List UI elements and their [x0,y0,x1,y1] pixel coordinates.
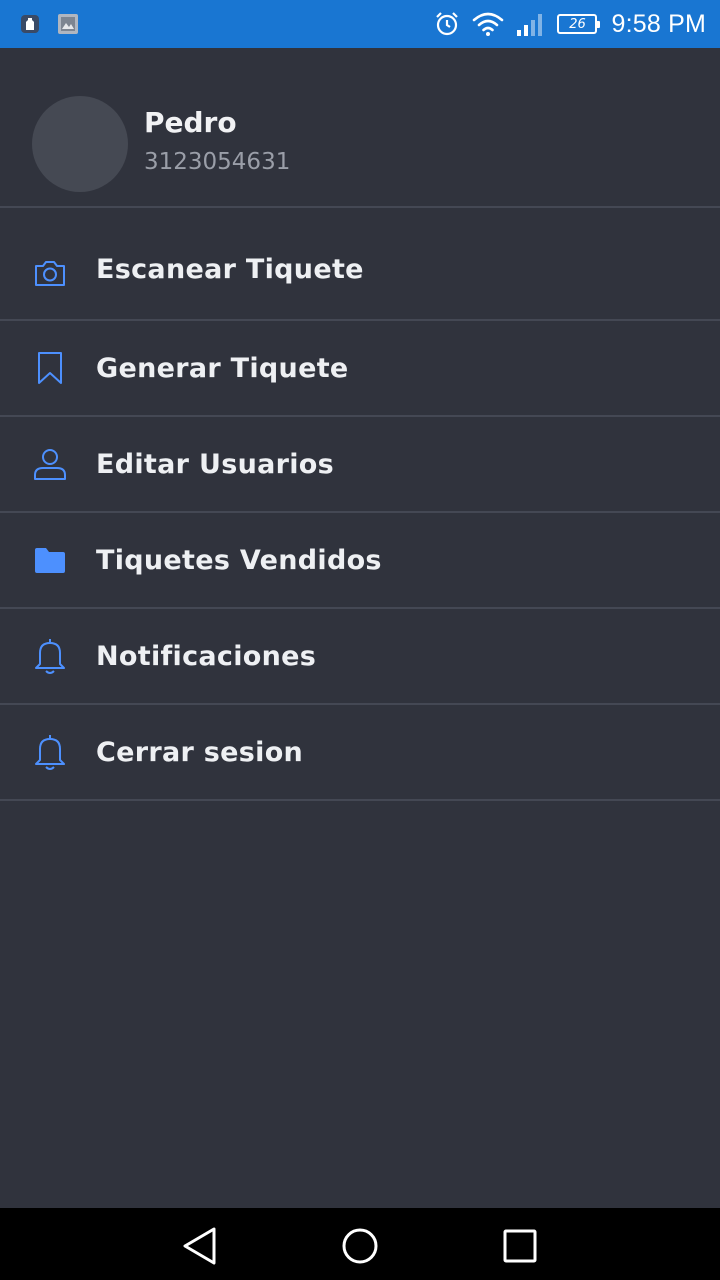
bell-icon [32,638,68,674]
menu-item-label: Cerrar sesion [96,736,304,768]
avatar[interactable] [32,96,128,192]
status-time: 9:58 PM [611,9,706,38]
menu-item-label: Notificaciones [96,640,317,672]
menu-item-editar-usuarios[interactable]: Editar Usuarios [0,417,720,513]
menu-item-escanear-tiquete[interactable]: Escanear Tiquete [0,208,720,321]
menu-item-label: Tiquetes Vendidos [96,544,382,576]
menu-item-cerrar-sesion[interactable]: Cerrar sesion [0,705,720,801]
profile-phone: 3123054631 [144,149,291,175]
status-right-icons: 26 9:58 PM [433,10,706,39]
menu-item-tiquetes-vendidos[interactable]: Tiquetes Vendidos [0,513,720,609]
menu-item-label: Generar Tiquete [96,352,349,384]
recents-icon[interactable] [500,1226,540,1266]
user-icon [32,446,68,482]
wifi-icon [471,10,505,38]
bell-icon [32,734,68,770]
navigation-drawer: Pedro 3123054631 Escanear Tiquete Genera… [0,48,720,1208]
menu-item-generar-tiquete[interactable]: Generar Tiquete [0,321,720,417]
menu-item-label: Editar Usuarios [96,448,334,480]
alarm-icon [433,10,461,38]
home-icon[interactable] [340,1226,380,1266]
notification-app-icon [18,12,42,36]
system-navigation-bar [0,1208,720,1280]
back-icon[interactable] [180,1226,220,1266]
status-bar: 26 9:58 PM [0,0,720,48]
profile-header: Pedro 3123054631 [0,48,720,208]
image-icon [56,12,80,36]
signal-icon [515,10,547,38]
menu-item-label: Escanear Tiquete [96,254,364,285]
status-left-icons [18,12,80,36]
menu-item-notificaciones[interactable]: Notificaciones [0,609,720,705]
camera-icon [32,255,68,291]
profile-name: Pedro [144,106,237,139]
folder-icon [32,542,68,578]
bookmark-icon [32,350,68,386]
battery-indicator: 26 [557,14,601,34]
